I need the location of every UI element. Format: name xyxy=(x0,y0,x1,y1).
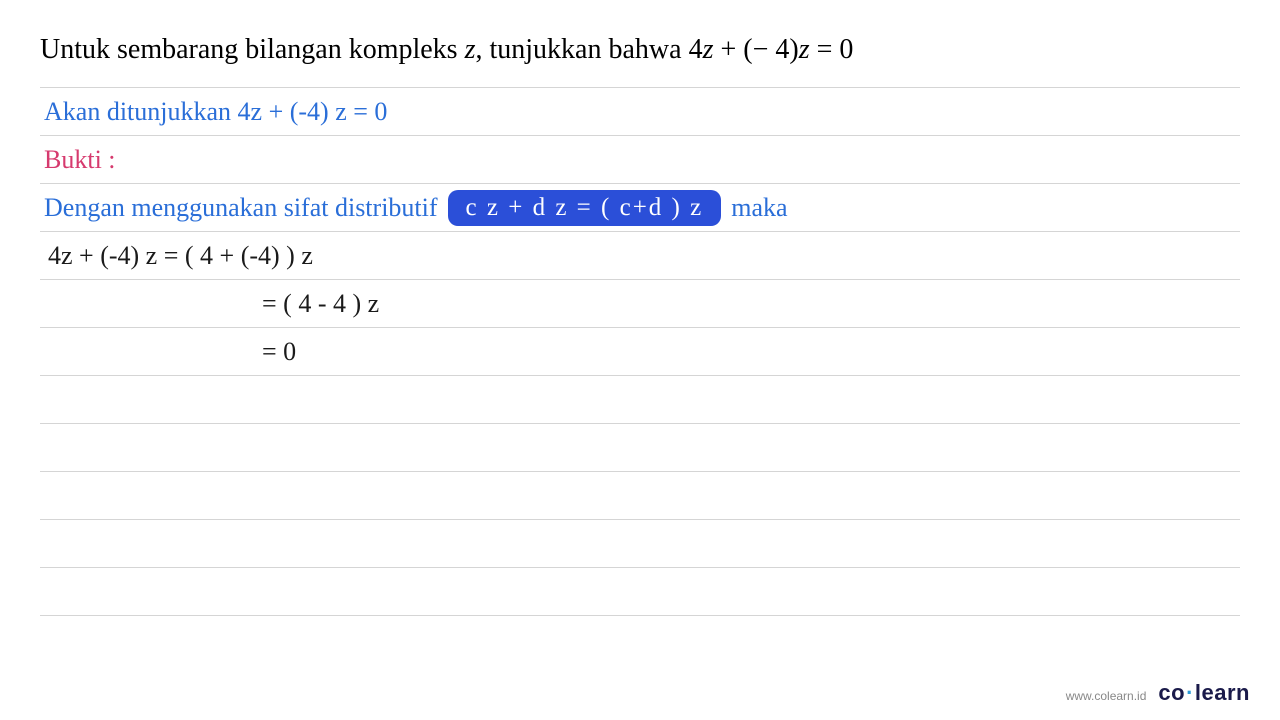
proof-line-2: Bukti : xyxy=(40,136,1240,184)
question-var-z3: z xyxy=(799,34,810,65)
empty-line-2 xyxy=(40,424,1240,472)
proof-eq-3: = 0 xyxy=(262,337,296,367)
question-var-z2: z xyxy=(703,34,714,65)
proof-label-bukti: Bukti : xyxy=(44,145,116,175)
empty-line-5 xyxy=(40,568,1240,616)
footer-url: www.colearn.id xyxy=(1066,689,1147,703)
empty-line-4 xyxy=(40,520,1240,568)
proof-eq-2: = ( 4 - 4 ) z xyxy=(262,289,379,319)
footer-logo: co·learn xyxy=(1158,680,1250,706)
proof-line-6: = 0 xyxy=(40,328,1240,376)
lined-area: Akan ditunjukkan 4z + (-4) z = 0 Bukti :… xyxy=(40,88,1240,616)
empty-line-3 xyxy=(40,472,1240,520)
page-container: Untuk sembarang bilangan kompleks z, tun… xyxy=(0,0,1280,720)
empty-line-1 xyxy=(40,376,1240,424)
question-text: Untuk sembarang bilangan kompleks z, tun… xyxy=(40,30,1240,79)
distributive-property-box: c z + d z = ( c+d ) z xyxy=(448,190,722,226)
logo-dot: · xyxy=(1185,680,1195,705)
logo-co: co xyxy=(1158,680,1185,705)
question-mid2: + (− 4) xyxy=(713,34,798,65)
question-var-z1: z xyxy=(465,34,476,65)
logo-learn: learn xyxy=(1195,680,1250,705)
proof-line-1: Akan ditunjukkan 4z + (-4) z = 0 xyxy=(40,88,1240,136)
question-suffix: = 0 xyxy=(810,34,854,65)
question-prefix: Untuk sembarang bilangan kompleks xyxy=(40,34,465,65)
proof-eq-1: 4z + (-4) z = ( 4 + (-4) ) z xyxy=(48,241,313,271)
footer: www.colearn.id co·learn xyxy=(1066,680,1250,706)
proof-line-4: 4z + (-4) z = ( 4 + (-4) ) z xyxy=(40,232,1240,280)
proof-line-5: = ( 4 - 4 ) z xyxy=(40,280,1240,328)
question-mid: , tunjukkan bahwa 4 xyxy=(476,34,703,65)
proof-text-1: Akan ditunjukkan 4z + (-4) z = 0 xyxy=(44,97,387,127)
proof-text-3-after: maka xyxy=(731,193,787,223)
proof-line-3: Dengan menggunakan sifat distributif c z… xyxy=(40,184,1240,232)
proof-text-3-before: Dengan menggunakan sifat distributif xyxy=(44,193,438,223)
